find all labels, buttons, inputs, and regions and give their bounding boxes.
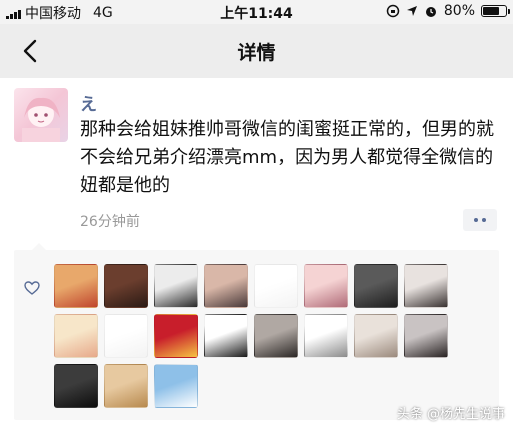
author-name[interactable]: え [80, 90, 97, 115]
status-right: 80% [386, 3, 510, 19]
liker-avatar-15[interactable] [354, 314, 398, 358]
nav-bar: 详情 [0, 24, 513, 78]
liker-avatar-11[interactable] [154, 314, 198, 358]
liker-avatar-6[interactable] [304, 264, 348, 308]
status-bar: 中国移动 4G 上午11:44 80% [0, 0, 513, 24]
liker-avatar-17[interactable] [54, 364, 98, 408]
author-avatar[interactable] [14, 88, 68, 142]
watermark: 头条 @杨先生说事 [396, 407, 505, 422]
location-arrow-icon [406, 6, 417, 16]
liker-avatar-9[interactable] [54, 314, 98, 358]
liker-avatar-7[interactable] [354, 264, 398, 308]
liker-avatar-1[interactable] [54, 264, 98, 308]
liker-avatar-13[interactable] [254, 314, 298, 358]
liker-avatar-18[interactable] [104, 364, 148, 408]
liker-avatar-10[interactable] [104, 314, 148, 358]
battery-icon [481, 5, 510, 17]
liker-avatar-14[interactable] [304, 314, 348, 358]
likes-panel [14, 243, 499, 420]
post-text: 那种会给姐妹推帅哥微信的闺蜜挺正常的，但男的就不会给兄弟介绍漂亮mm，因为男人都… [80, 119, 494, 196]
liker-avatar-8[interactable] [404, 264, 448, 308]
author-avatar-art [22, 97, 60, 142]
page-title: 详情 [237, 42, 276, 64]
liker-avatar-16[interactable] [404, 314, 448, 358]
rotation-lock-icon [386, 4, 400, 18]
post-timestamp: 26分钟前 [80, 214, 140, 230]
liker-avatar-3[interactable] [154, 264, 198, 308]
liker-avatar-5[interactable] [254, 264, 298, 308]
battery-fill [483, 7, 499, 15]
liker-avatar-4[interactable] [204, 264, 248, 308]
moment-post: え 那种会给姐妹推帅哥微信的闺蜜挺正常的，但男的就不会给兄弟介绍漂亮mm，因为男… [0, 78, 513, 428]
more-dots-icon [482, 218, 486, 222]
liker-avatar-2[interactable] [104, 264, 148, 308]
more-button[interactable] [463, 209, 497, 231]
more-dots-icon [474, 218, 478, 222]
liker-avatar-grid [54, 264, 448, 408]
liker-avatar-19[interactable] [154, 364, 198, 408]
heart-icon [24, 281, 40, 295]
liker-avatar-12[interactable] [204, 314, 248, 358]
battery-percent: 80% [443, 3, 475, 19]
alarm-icon [425, 7, 436, 17]
